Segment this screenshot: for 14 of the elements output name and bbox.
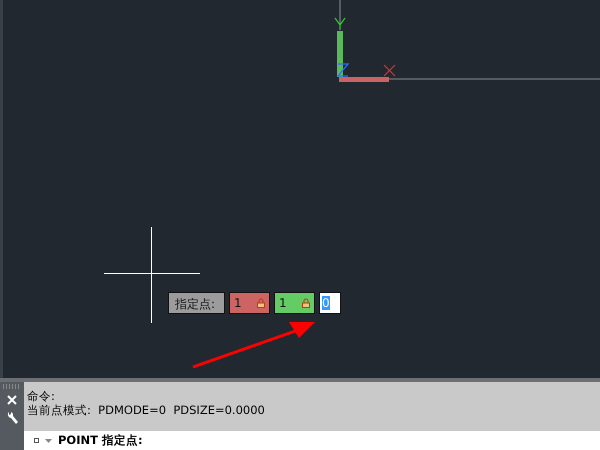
drag-grip[interactable] — [3, 384, 21, 389]
lock-icon — [302, 298, 310, 308]
history-line: 当前点模式: PDMODE=0 PDSIZE=0.0000 — [27, 403, 266, 417]
wrench-icon[interactable] — [6, 411, 18, 425]
bullet-icon — [34, 438, 39, 443]
coordinate-field[interactable]: 1 — [229, 292, 270, 314]
history-line: 命令: — [27, 389, 56, 403]
ucs-icon — [334, 17, 396, 82]
coordinate-field[interactable]: 1 — [274, 292, 315, 314]
close-icon[interactable] — [7, 395, 17, 405]
command-input[interactable]: POINT 指定点: — [58, 433, 143, 448]
lock-icon — [257, 298, 265, 308]
dropdown-icon[interactable] — [45, 438, 52, 442]
prompt-label: 指定点: — [168, 292, 225, 314]
